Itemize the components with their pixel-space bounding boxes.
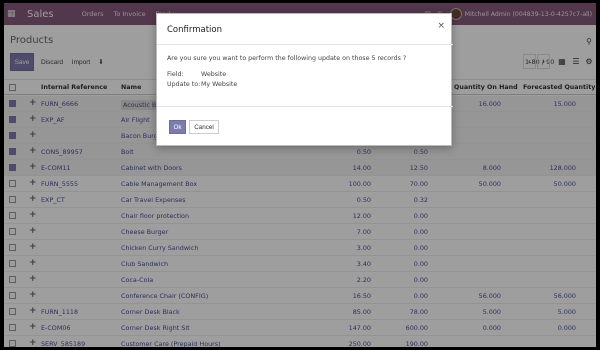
cancel-button[interactable]: Cancel xyxy=(189,120,219,134)
dialog-header-divider xyxy=(157,44,453,45)
field-value: Website xyxy=(201,71,227,78)
close-icon[interactable]: × xyxy=(437,21,445,31)
dialog-footer-divider xyxy=(157,106,453,107)
app-window: ▦ Sales Orders To Invoice Produ ✉ ◷ Mitc… xyxy=(4,3,596,347)
field-label: Field: xyxy=(167,71,184,78)
confirmation-dialog: Confirmation × Are you sure you want to … xyxy=(156,13,453,146)
update-label: Update to: xyxy=(167,81,201,88)
dialog-message: Are you sure you want to perform the fol… xyxy=(167,55,407,62)
update-value: My Website xyxy=(201,81,238,88)
dialog-title: Confirmation xyxy=(167,25,222,35)
ok-button[interactable]: Ok xyxy=(169,120,186,134)
